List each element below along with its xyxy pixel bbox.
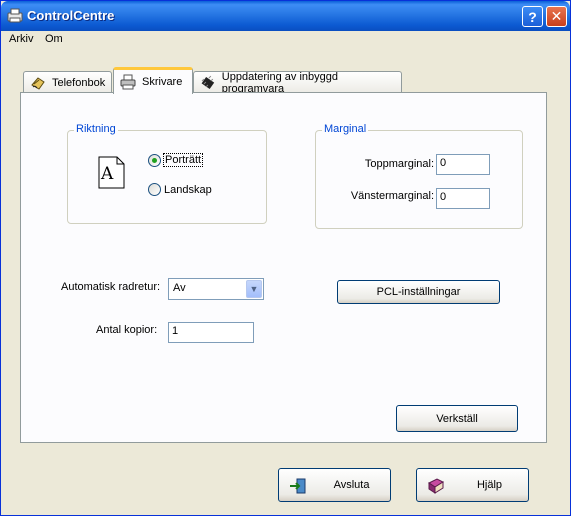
hjalp-button[interactable]: Hjälp bbox=[416, 468, 529, 502]
help-book-icon bbox=[428, 478, 445, 494]
antal-kopior-label: Antal kopior: bbox=[96, 324, 158, 336]
verkstall-button[interactable]: Verkställ bbox=[396, 405, 518, 432]
firmware-chip-icon bbox=[201, 75, 215, 89]
tab-label: Uppdatering av inbyggd programvara bbox=[221, 70, 338, 95]
riktning-legend: Riktning bbox=[74, 123, 118, 135]
portratt-label[interactable]: Porträtt bbox=[162, 153, 204, 167]
toppmarginal-label: Toppmarginal: bbox=[364, 158, 434, 170]
button-label: Verkställ bbox=[436, 412, 478, 425]
riktning-group: Riktning A Porträtt Landskap bbox=[67, 123, 267, 224]
phonebook-icon bbox=[31, 76, 45, 90]
help-icon: ? bbox=[528, 8, 537, 25]
title-bar[interactable]: ControlCentre ? ✕ bbox=[1, 1, 570, 31]
help-title-button[interactable]: ? bbox=[522, 6, 543, 27]
skrivare-tab-panel: Riktning A Porträtt Landskap Marginal To… bbox=[20, 92, 547, 443]
exit-door-icon bbox=[290, 478, 306, 494]
printer-icon bbox=[120, 74, 136, 90]
controlcentre-window: ControlCentre ? ✕ Arkiv Om Telefonbok Sk… bbox=[0, 0, 571, 516]
vanstermarginal-label: Vänstermarginal: bbox=[350, 190, 434, 202]
menu-arkiv[interactable]: Arkiv bbox=[9, 33, 33, 45]
button-label: Hjälp bbox=[476, 479, 503, 491]
vanstermarginal-input[interactable]: 0 bbox=[436, 188, 490, 209]
tab-skrivare[interactable]: Skrivare bbox=[113, 67, 193, 94]
close-title-button[interactable]: ✕ bbox=[546, 6, 567, 27]
orientation-letter: A bbox=[100, 164, 114, 184]
automatisk-radretur-select[interactable]: Av ▼ bbox=[168, 278, 264, 300]
antal-kopior-input[interactable]: 1 bbox=[168, 322, 254, 343]
portrait-page-icon: A bbox=[98, 156, 125, 189]
avsluta-button[interactable]: Avsluta bbox=[278, 468, 391, 502]
tab-telefonbok[interactable]: Telefonbok bbox=[23, 71, 112, 93]
marginal-legend: Marginal bbox=[322, 123, 369, 135]
button-label: Avsluta bbox=[333, 479, 370, 491]
marginal-group: Marginal Toppmarginal: 0 Vänstermarginal… bbox=[315, 123, 523, 229]
button-label: PCL-inställningar bbox=[376, 286, 461, 298]
chevron-down-icon[interactable]: ▼ bbox=[246, 280, 262, 298]
tab-uppdatering[interactable]: Uppdatering av inbyggd programvara bbox=[193, 70, 402, 95]
pcl-settings-button[interactable]: PCL-inställningar bbox=[337, 280, 500, 304]
portratt-radio[interactable] bbox=[148, 154, 161, 167]
close-icon: ✕ bbox=[550, 8, 563, 24]
tab-label: Skrivare bbox=[142, 76, 183, 88]
landskap-label[interactable]: Landskap bbox=[164, 184, 212, 196]
select-value: Av bbox=[173, 282, 186, 294]
window-title: ControlCentre bbox=[27, 8, 115, 23]
toppmarginal-input[interactable]: 0 bbox=[436, 154, 490, 175]
menu-bar: Arkiv Om bbox=[1, 31, 570, 48]
tab-label: Telefonbok bbox=[52, 76, 106, 89]
landskap-radio[interactable] bbox=[148, 183, 161, 196]
controlcentre-app-icon bbox=[7, 8, 23, 23]
automatisk-radretur-label: Automatisk radretur: bbox=[61, 281, 161, 293]
menu-om[interactable]: Om bbox=[45, 33, 63, 45]
